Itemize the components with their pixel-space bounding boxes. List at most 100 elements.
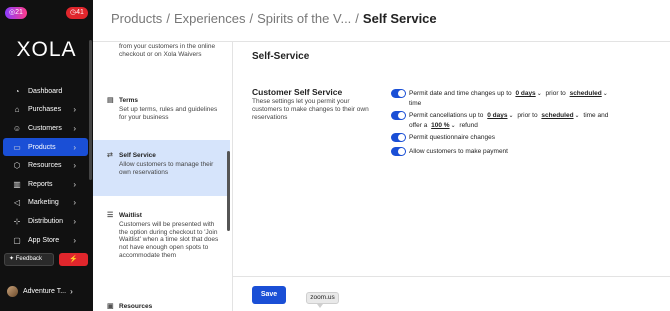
chevron-right-icon: › — [73, 235, 76, 245]
payment-toggle[interactable] — [391, 147, 406, 156]
zoom-tooltip: zoom.us — [306, 292, 339, 304]
section-title: Customer Self Service — [252, 87, 343, 97]
sidebar-item-label: Resources — [28, 162, 62, 170]
list-scrollbar[interactable] — [227, 151, 230, 231]
sidebar-nav: ◔ Dashboard ⌂ Purchases › ☺ Customers › … — [3, 82, 88, 249]
resources-icon: ▣ — [107, 303, 114, 310]
list-item-desc: Customers will be presented with the opt… — [119, 220, 219, 259]
sidebar-item-label: Dashboard — [28, 87, 63, 95]
sidebar-item-label: Distribution — [28, 217, 64, 225]
cancel-reference-select[interactable]: scheduled⌄ — [541, 112, 579, 119]
cancellations-toggle[interactable] — [391, 111, 406, 120]
page-title: Self-Service — [252, 51, 310, 62]
sidebar-item-app-store[interactable]: ▢ App Store › — [3, 231, 88, 250]
feedback-button[interactable]: ✦ Feedback — [4, 253, 54, 266]
sidebar-item-customers[interactable]: ☺ Customers › — [3, 119, 88, 138]
list-item-resources[interactable]: ▣ Resources — [93, 299, 230, 311]
sidebar-item-label: Reports — [28, 180, 53, 188]
list-item-waitlist[interactable]: ☰ Waitlist Customers will be presented wi… — [93, 208, 230, 264]
list-item-title: Waitlist — [119, 212, 142, 219]
chevron-down-icon: ⌄ — [574, 113, 580, 119]
sidebar-item-label: Customers — [28, 124, 62, 132]
badge-count: 41 — [76, 9, 84, 16]
list-item-title: Terms — [119, 97, 139, 104]
xola-logo[interactable]: XOLA — [0, 38, 93, 62]
list-item-terms[interactable]: ▤ Terms Set up terms, rules and guideline… — [93, 93, 230, 125]
products-icon: ▭ — [13, 142, 21, 152]
chevron-right-icon: › — [73, 216, 76, 226]
chevron-right-icon: › — [70, 286, 73, 296]
sidebar-item-products[interactable]: ▭ Products › — [3, 137, 88, 157]
chevron-right-icon: › — [73, 179, 76, 189]
breadcrumb-current: Self Service — [362, 11, 437, 26]
feedback-row: ✦ Feedback ⚡ — [4, 253, 89, 266]
breadcrumb: Products / Experiences / Spirits of the V...… — [111, 11, 437, 26]
breadcrumb-experiences[interactable]: Experiences — [174, 11, 246, 26]
chevron-right-icon: › — [73, 198, 76, 208]
save-button[interactable]: Save — [252, 286, 286, 304]
dashboard-icon: ◔ — [14, 86, 20, 96]
list-item-self-service[interactable]: ⇄ Self Service Allow customers to manage … — [93, 140, 230, 196]
users-icon: ☺ — [12, 123, 22, 133]
section-description: These settings let you permit your custo… — [252, 98, 369, 121]
megaphone-icon: ◁ — [13, 198, 21, 208]
sidebar-item-label: Products — [28, 143, 56, 151]
option-date-time-changes: Permit date and time changes up to 0 day… — [391, 89, 621, 108]
lightbulb-icon: ✦ — [9, 256, 15, 262]
alert-badge[interactable]: ◷41 — [66, 7, 88, 19]
chevron-down-icon: ⌄ — [536, 91, 542, 97]
questionnaire-toggle[interactable] — [391, 133, 406, 142]
chevron-right-icon: › — [73, 161, 76, 171]
cancel-days-select[interactable]: 0 days⌄ — [487, 112, 513, 119]
main-content: Self-Service Customer Self Service These… — [233, 41, 670, 311]
avatar — [7, 285, 18, 297]
breadcrumb-products[interactable]: Products — [111, 11, 162, 26]
document-icon: ▤ — [107, 97, 114, 104]
list-item-desc: Allow customers to manage their own rese… — [119, 160, 214, 176]
tag-icon: ⌂ — [14, 105, 20, 115]
list-icon: ☰ — [107, 212, 114, 219]
top-badges: ◎21 ◷41 — [5, 7, 88, 19]
chevron-right-icon: › — [73, 142, 76, 152]
sidebar-item-reports[interactable]: ▥ Reports › — [3, 175, 88, 194]
footer-divider — [233, 276, 670, 277]
self-service-icon: ⇄ — [107, 152, 113, 159]
record-button[interactable]: ⚡ — [59, 253, 88, 266]
distribution-icon: ⊹ — [13, 216, 21, 226]
date-change-reference-select[interactable]: scheduled⌄ — [570, 90, 608, 97]
badge-count: 21 — [15, 9, 23, 16]
list-item-title: Self Service — [119, 152, 156, 159]
chevron-right-icon: › — [73, 105, 76, 115]
list-item-title: Resources — [119, 303, 153, 310]
sidebar-item-label: Marketing — [28, 199, 59, 207]
account-name: Adventure T... — [23, 287, 67, 295]
sidebar-item-dashboard[interactable]: ◔ Dashboard — [3, 82, 88, 101]
settings-list: from your customers in the online checko… — [93, 41, 233, 311]
date-time-toggle[interactable] — [391, 89, 406, 98]
option-cancellations: Permit cancellations up to 0 days⌄ prior… — [391, 111, 621, 131]
sidebar-item-resources[interactable]: ⬡ Resources › — [3, 156, 88, 175]
sidebar-item-distribution[interactable]: ⊹ Distribution › — [3, 212, 88, 231]
notification-badge[interactable]: ◎21 — [5, 7, 27, 19]
option-payment: Allow customers to make payment — [391, 147, 621, 156]
list-item-waivers[interactable]: from your customers in the online checko… — [93, 41, 230, 63]
tooltip-arrow — [317, 304, 323, 308]
feedback-label: Feedback — [15, 256, 43, 262]
chevron-down-icon: ⌄ — [450, 123, 456, 129]
app-store-icon: ▢ — [13, 235, 21, 245]
sidebar-item-purchases[interactable]: ⌂ Purchases › — [3, 101, 88, 120]
sidebar-scrollbar[interactable] — [89, 40, 92, 180]
sidebar-item-marketing[interactable]: ◁ Marketing › — [3, 194, 88, 213]
chevron-right-icon: › — [73, 123, 76, 133]
bug-icon: ⚡ — [69, 256, 78, 263]
breadcrumb-experience[interactable]: Spirits of the V... — [257, 11, 351, 26]
resources-icon: ⬡ — [13, 161, 21, 171]
date-change-days-select[interactable]: 0 days⌄ — [515, 90, 541, 97]
option-questionnaire: Permit questionnaire changes — [391, 133, 621, 142]
chevron-down-icon: ⌄ — [508, 113, 514, 119]
account-menu[interactable]: Adventure T... › — [7, 284, 87, 298]
sidebar: ◎21 ◷41 XOLA ◔ Dashboard ⌂ Purchases › ☺… — [0, 0, 93, 311]
refund-percent-select[interactable]: 100 %⌄ — [431, 122, 455, 129]
sidebar-item-label: App Store — [28, 236, 60, 244]
list-item-desc: from your customers in the online checko… — [119, 43, 216, 58]
